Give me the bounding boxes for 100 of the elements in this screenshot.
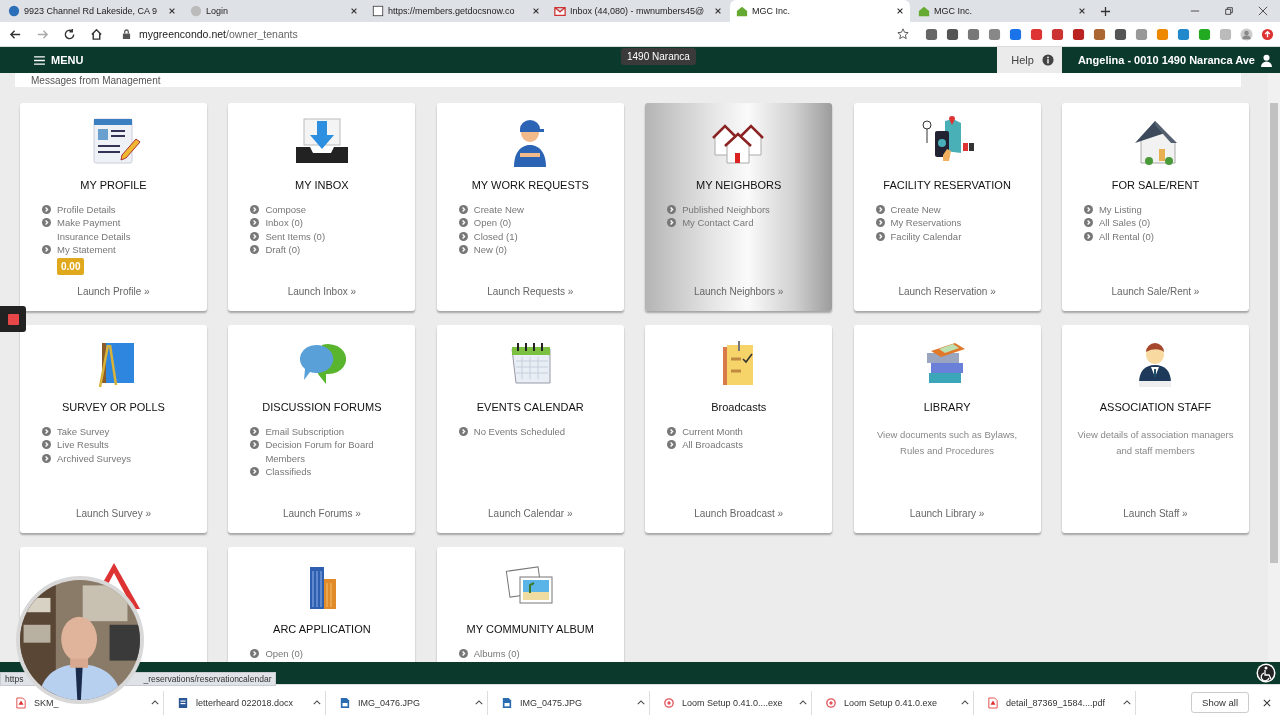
close-icon[interactable] <box>532 7 540 15</box>
card-link[interactable]: Draft (0) <box>250 242 301 257</box>
launch-link[interactable]: Launch Reservation » <box>898 286 996 297</box>
module-card[interactable]: EVENTS CALENDAR No Events Scheduled Launch Calendar » <box>436 325 624 533</box>
menu-button[interactable]: MENU <box>34 47 84 73</box>
module-card[interactable]: SURVEY OR POLLS Take Survey Live Results Archived Surveys Launch Survey » <box>20 325 207 533</box>
download-item[interactable]: Loom Setup 0.41.0....exe <box>660 690 812 715</box>
card-link[interactable]: Compose <box>250 203 307 217</box>
caret-icon[interactable] <box>1123 700 1131 705</box>
module-card[interactable]: MY COMMUNITY ALBUM Albums (0) <box>436 547 624 662</box>
card-link[interactable]: Classifieds <box>250 464 312 479</box>
card-link[interactable]: All Broadcasts <box>667 438 743 452</box>
card-link[interactable]: Sent Items (0) <box>250 229 326 243</box>
card-link[interactable]: Live Results <box>42 438 109 452</box>
launch-link[interactable]: Launch Requests » <box>487 286 574 297</box>
caret-icon[interactable] <box>637 700 645 705</box>
launch-link[interactable]: Launch Calendar » <box>488 508 573 519</box>
extension-icon[interactable] <box>967 27 980 41</box>
user-menu-button[interactable]: Angelina - 0010 1490 Naranca Ave <box>1061 47 1280 73</box>
show-all-button[interactable]: Show all <box>1191 692 1249 713</box>
card-link[interactable]: Email Subscription <box>250 425 345 439</box>
new-tab-icon[interactable] <box>1100 5 1111 17</box>
card-link[interactable]: Closed (1) <box>458 229 518 243</box>
card-link[interactable]: Take Survey <box>42 425 110 439</box>
extension-icon[interactable] <box>1051 27 1064 41</box>
download-item[interactable]: IMG_0475.JPG <box>498 690 650 715</box>
launch-link[interactable]: Launch Forums » <box>282 508 361 519</box>
extension-icon[interactable] <box>946 27 959 41</box>
browser-tab[interactable]: Inbox (44,080) - mwnumbers45@ <box>548 0 728 22</box>
card-link[interactable]: Decision Forum for Board Members <box>250 438 402 465</box>
launch-link[interactable]: Launch Profile » <box>77 286 150 297</box>
close-icon[interactable] <box>714 7 722 15</box>
card-link[interactable]: My Reservations <box>875 216 962 230</box>
caret-icon[interactable] <box>475 700 483 705</box>
download-item[interactable]: IMG_0476.JPG <box>336 690 488 715</box>
launch-link[interactable]: Launch Broadcast » <box>694 508 784 519</box>
caret-icon[interactable] <box>961 700 969 705</box>
caret-icon[interactable] <box>313 700 321 705</box>
home-icon[interactable] <box>90 27 103 41</box>
module-card[interactable]: ARC APPLICATION Open (0) <box>228 547 416 662</box>
browser-tab[interactable]: https://members.getdocsnow.co <box>366 0 546 22</box>
browser-tab[interactable]: MGC Inc. <box>912 0 1092 22</box>
module-card[interactable]: MY INBOX Compose Inbox (0) Sent Items (0) Draft (0) Launch Inbox » <box>228 103 416 311</box>
extension-icon[interactable] <box>988 27 1001 41</box>
card-link[interactable]: Albums (0) <box>458 647 520 661</box>
card-link[interactable]: Make Payment <box>42 216 121 230</box>
card-link[interactable]: Insurance Details <box>42 229 131 243</box>
close-icon[interactable] <box>168 7 176 15</box>
extension-icon[interactable] <box>1114 27 1127 41</box>
browser-tab[interactable]: Login <box>184 0 364 22</box>
messages-link[interactable]: Messages from Management <box>31 74 161 86</box>
extension-icon[interactable] <box>1198 27 1211 41</box>
scrollbar-thumb[interactable] <box>1270 103 1278 563</box>
restore-icon[interactable] <box>1224 6 1234 16</box>
launch-link[interactable]: Launch Survey » <box>75 508 152 519</box>
module-card[interactable]: MY WORK REQUESTS Create New Open (0) Closed (1) New (0) Launch Requests » <box>436 103 624 311</box>
card-link[interactable]: Profile Details <box>42 203 116 217</box>
card-link[interactable]: All Sales (0) <box>1083 216 1151 230</box>
caret-icon[interactable] <box>151 700 159 705</box>
card-link[interactable]: My Listing <box>1083 203 1142 217</box>
extension-icon[interactable] <box>1093 27 1106 41</box>
launch-link[interactable]: Launch Sale/Rent » <box>1111 286 1200 297</box>
module-card[interactable]: MY PROFILE Profile Details Make Payment Insurance Details My Statement 0.00 Launch Profile » <box>20 103 207 311</box>
card-link[interactable]: Facility Calendar <box>875 229 962 243</box>
extension-icon[interactable] <box>1072 27 1085 41</box>
download-item[interactable]: detail_87369_1584....pdf <box>984 690 1136 715</box>
launch-link[interactable]: Launch Neighbors » <box>693 286 784 297</box>
accessibility-icon[interactable] <box>1256 663 1276 683</box>
record-button[interactable] <box>0 306 26 332</box>
reload-icon[interactable] <box>63 27 76 41</box>
launch-link[interactable]: Launch Inbox » <box>287 286 357 297</box>
close-icon[interactable] <box>1078 7 1086 15</box>
card-link[interactable]: All Rental (0) <box>1083 229 1154 243</box>
module-card[interactable]: LIBRARY View documents such as Bylaws, Rules and Procedures Launch Library » <box>853 325 1041 533</box>
card-link[interactable]: Create New <box>875 203 941 217</box>
download-item[interactable]: Loom Setup 0.41.0.exe <box>822 690 974 715</box>
browser-tab[interactable]: MGC Inc. <box>730 0 910 22</box>
update-icon[interactable] <box>1261 27 1274 41</box>
caret-icon[interactable] <box>799 700 807 705</box>
avatar-icon[interactable] <box>1240 27 1253 41</box>
module-card[interactable]: DISCUSSION FORUMS Email Subscription Decision Forum for Board Members Classifieds Launch Forums » <box>228 325 416 533</box>
card-link[interactable]: Archived Surveys <box>42 451 131 465</box>
close-icon[interactable] <box>896 7 904 15</box>
card-link[interactable]: New (0) <box>458 242 508 257</box>
download-item[interactable]: letterheard 022018.docx <box>174 690 326 715</box>
star-icon[interactable] <box>897 28 909 40</box>
launch-link[interactable]: Launch Library » <box>909 508 985 519</box>
module-card[interactable]: FACILITY RESERVATION Create New My Reservations Facility Calendar Launch Reservation » <box>853 103 1041 311</box>
card-link[interactable]: Create New <box>458 203 524 217</box>
extension-icon[interactable] <box>925 27 938 41</box>
close-icon[interactable] <box>1263 698 1271 707</box>
launch-link[interactable]: Launch Staff » <box>1123 508 1188 519</box>
browser-tab[interactable]: 9923 Channel Rd Lakeside, CA 9 <box>2 0 182 22</box>
module-card[interactable]: Broadcasts Current Month All Broadcasts Launch Broadcast » <box>645 325 833 533</box>
card-link[interactable]: My Contact Card <box>667 216 754 230</box>
close-icon[interactable] <box>1258 6 1268 16</box>
extension-icon[interactable] <box>1177 27 1190 41</box>
module-card[interactable]: ASSOCIATION STAFF View details of association managers and staff members Launch Staff » <box>1061 325 1249 533</box>
close-icon[interactable] <box>350 7 358 15</box>
card-link[interactable]: Inbox (0) <box>250 216 303 230</box>
